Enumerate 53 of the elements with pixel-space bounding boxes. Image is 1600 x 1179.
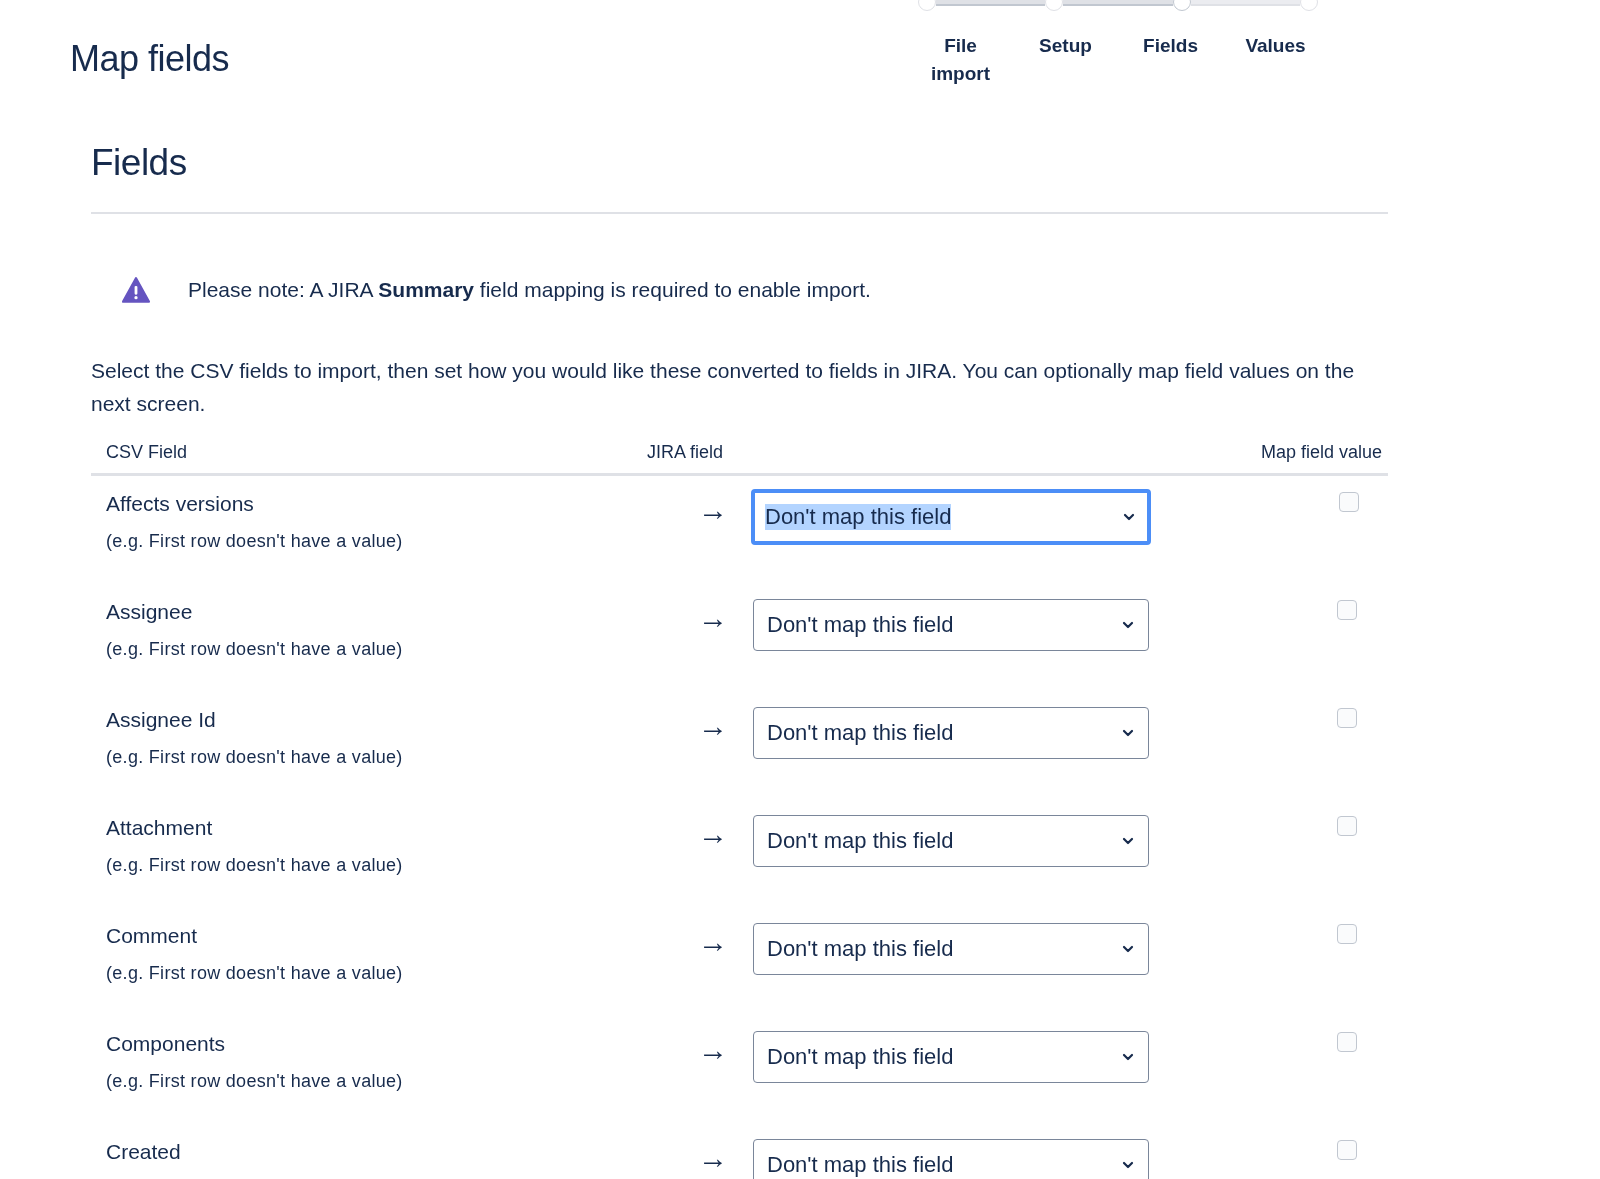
- checkbox[interactable]: [1337, 1032, 1357, 1052]
- arrow-icon: →: [698, 819, 728, 849]
- field-select[interactable]: Don't map this field: [753, 1031, 1149, 1083]
- intro-text: Select the CSV fields to import, then set how you would like these converted to fields in JIRA. You can optionally map field values on the next screen.: [91, 358, 1356, 417]
- note-text: Please note: A JIRA Summary field mapping is required to enable import.: [188, 278, 871, 302]
- checkbox[interactable]: [1337, 708, 1357, 728]
- chevron-down-icon: [1122, 837, 1134, 845]
- step-label: File import: [929, 34, 992, 86]
- field-select[interactable]: Don't map this field: [753, 815, 1149, 867]
- checkbox[interactable]: [1339, 492, 1359, 512]
- csv-field-name: Assignee Id: [106, 707, 217, 733]
- checkbox[interactable]: [1337, 1140, 1357, 1160]
- example-text: (e.g. First row doesn't have a value): [106, 747, 404, 768]
- example-text: (e.g. First row doesn't have a value): [106, 639, 404, 660]
- chevron-down-icon: [1122, 1053, 1134, 1061]
- checkbox[interactable]: [1337, 600, 1357, 620]
- chevron-down-icon: [1122, 621, 1134, 629]
- csv-field-name: Attachment: [106, 815, 214, 841]
- arrow-icon: →: [698, 711, 728, 741]
- arrow-icon: →: [698, 1143, 728, 1173]
- csv-field-name: Affects versions: [106, 491, 255, 517]
- chevron-down-icon: [1122, 945, 1134, 953]
- field-select[interactable]: Don't map this field: [753, 1139, 1149, 1179]
- step-label: Fields: [1142, 34, 1199, 58]
- section-title: Fields: [91, 142, 188, 184]
- column-header: CSV Field: [105, 442, 189, 463]
- example-text: (e.g. First row doesn't have a value): [106, 531, 404, 552]
- arrow-icon: →: [698, 927, 728, 957]
- field-select[interactable]: Don't map this field: [753, 923, 1149, 975]
- field-select[interactable]: Don't map this field: [751, 489, 1151, 545]
- csv-field-name: Created: [106, 1139, 182, 1165]
- step-label: Values: [1244, 34, 1307, 58]
- chevron-down-icon: [1122, 1161, 1134, 1169]
- column-header: Map field value: [1260, 442, 1383, 463]
- step-label: Setup: [1038, 34, 1093, 58]
- csv-field-name: Assignee: [106, 599, 194, 625]
- field-select[interactable]: Don't map this field: [753, 707, 1149, 759]
- checkbox[interactable]: [1337, 924, 1357, 944]
- chevron-down-icon: [1123, 513, 1135, 521]
- csv-field-name: Comment: [106, 923, 199, 949]
- page-title: Map fields: [70, 38, 230, 81]
- arrow-icon: →: [698, 1035, 728, 1065]
- chevron-down-icon: [1122, 729, 1134, 737]
- field-select[interactable]: Don't map this field: [753, 599, 1149, 651]
- arrow-icon: →: [698, 495, 728, 525]
- column-header: JIRA field: [647, 442, 725, 463]
- warning-icon: [122, 276, 150, 304]
- example-text: (e.g. First row doesn't have a value): [106, 963, 404, 984]
- csv-field-name: Components: [106, 1031, 227, 1057]
- checkbox[interactable]: [1337, 816, 1357, 836]
- arrow-icon: →: [698, 603, 728, 633]
- example-text: (e.g. First row doesn't have a value): [106, 855, 404, 876]
- example-text: (e.g. First row doesn't have a value): [106, 1071, 404, 1092]
